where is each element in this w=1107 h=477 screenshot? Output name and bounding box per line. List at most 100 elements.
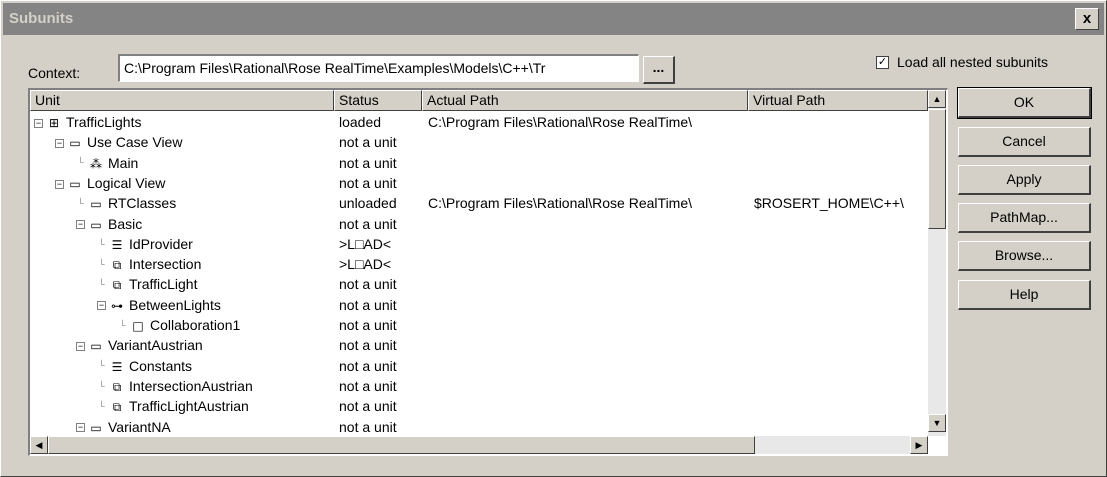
status-cell: not a unit	[339, 215, 397, 232]
pathmap-button[interactable]: PathMap...	[958, 203, 1091, 233]
unit-label: TrafficLightAustrian	[129, 398, 249, 415]
collapse-toggle-icon[interactable]: −	[76, 220, 85, 230]
column-header-virtual-path[interactable]: Virtual Path	[748, 90, 928, 111]
browse-button[interactable]: Browse...	[958, 241, 1091, 271]
unit-cell[interactable]: − ⊞ TrafficLights	[34, 112, 334, 133]
unit-label: IntersectionAustrian	[129, 377, 253, 394]
unit-cell[interactable]: └ □ Collaboration1	[118, 315, 334, 336]
checkbox-icon[interactable]: ✓	[876, 55, 889, 69]
collapse-toggle-icon[interactable]: −	[76, 423, 85, 432]
unit-cell[interactable]: └ ⧉ Intersection	[97, 254, 334, 275]
table-row[interactable]: − ▭ Use Case View not a unit	[30, 132, 930, 152]
unit-label: Logical View	[87, 174, 166, 191]
context-browse-button[interactable]: ...	[643, 56, 675, 84]
collaboration-icon: □	[132, 319, 144, 333]
apply-button[interactable]: Apply	[958, 165, 1091, 195]
ok-button[interactable]: OK	[957, 87, 1092, 119]
status-cell: not a unit	[339, 174, 397, 191]
unit-label: Collaboration1	[150, 317, 241, 333]
table-row[interactable]: └ ⧉ TrafficLight not a unit	[30, 274, 930, 294]
scroll-up-icon[interactable]: ▲	[928, 90, 946, 108]
unit-label: Basic	[108, 215, 143, 232]
collapse-toggle-icon[interactable]: −	[76, 342, 85, 352]
table-row[interactable]: └ ⧉ TrafficLightAustrian not a unit	[30, 396, 930, 416]
unit-cell[interactable]: └ ⧉ IntersectionAustrian	[97, 376, 334, 397]
usecase-diagram-icon: ⁂	[90, 156, 102, 171]
unit-label: Intersection	[129, 256, 202, 273]
context-field[interactable]: C:\Program Files\Rational\Rose RealTime\…	[118, 54, 639, 82]
subunits-dialog: Subunits x Context: C:\Program Files\Rat…	[0, 0, 1107, 477]
capsule-icon: ⧉	[112, 400, 122, 415]
status-cell: not a unit	[339, 134, 397, 151]
capsule-icon: ⧉	[112, 258, 122, 273]
capsule-icon: ⧉	[112, 278, 122, 293]
folder-icon: ▭	[69, 136, 81, 151]
status-cell: unloaded	[339, 195, 397, 212]
table-row[interactable]: └ ☰ IdProvider >L□AD<	[30, 234, 930, 254]
table-row[interactable]: − ▭ Basic not a unit	[30, 214, 930, 234]
actual-path-cell: C:\Program Files\Rational\Rose RealTime\	[428, 195, 693, 212]
unit-label: TrafficLight	[129, 276, 198, 293]
table-row[interactable]: └ ⧉ IntersectionAustrian not a unit	[30, 376, 930, 396]
unit-cell[interactable]: └ ⁂ Main	[76, 153, 334, 174]
table-row[interactable]: − ▭ VariantAustrian not a unit	[30, 335, 930, 355]
collapse-toggle-icon[interactable]: −	[55, 139, 64, 149]
status-cell: not a unit	[339, 296, 397, 313]
tree-connector: └	[98, 258, 105, 269]
list-header: Unit Status Actual Path Virtual Path	[30, 90, 930, 111]
table-row[interactable]: − ▭ Logical View not a unit	[30, 173, 930, 193]
unit-cell[interactable]: └ ☰ Constants	[97, 356, 334, 377]
vertical-scrollbar[interactable]: ▲ ▼	[928, 90, 946, 436]
close-button[interactable]: x	[1075, 8, 1099, 30]
scroll-left-icon[interactable]: ◀	[30, 436, 48, 454]
unit-cell[interactable]: └ ▭ RTClasses	[76, 193, 334, 214]
actual-path-cell: C:\Program Files\Rational\Rose RealTime\	[428, 114, 693, 130]
status-cell: not a unit	[339, 276, 397, 293]
tree-connector: └	[98, 238, 105, 249]
unit-cell[interactable]: − ⊶ BetweenLights	[97, 295, 334, 316]
unit-cell[interactable]: − ▭ Use Case View	[55, 132, 334, 153]
table-row[interactable]: └ ⧉ Intersection >L□AD<	[30, 254, 930, 274]
status-cell: not a unit	[339, 337, 397, 354]
help-button[interactable]: Help	[958, 280, 1091, 310]
load-nested-label: Load all nested subunits	[897, 54, 1048, 70]
unit-cell[interactable]: └ ☰ IdProvider	[97, 234, 334, 255]
unit-label: BetweenLights	[129, 296, 221, 313]
unit-label: Main	[108, 154, 139, 171]
collapse-toggle-icon[interactable]: −	[97, 301, 106, 311]
unit-cell[interactable]: − ▭ Logical View	[55, 173, 334, 194]
unit-cell[interactable]: └ ⧉ TrafficLightAustrian	[97, 396, 334, 417]
horizontal-scrollbar[interactable]: ◀ ▶	[30, 436, 928, 454]
table-row[interactable]: − ⊶ BetweenLights not a unit	[30, 295, 930, 315]
table-row[interactable]: └ ⁂ Main not a unit	[30, 153, 930, 173]
column-header-actual-path[interactable]: Actual Path	[422, 90, 748, 111]
collapse-toggle-icon[interactable]: −	[34, 118, 43, 128]
column-header-unit[interactable]: Unit	[30, 90, 334, 111]
column-header-status[interactable]: Status	[334, 90, 422, 111]
horizontal-scroll-thumb[interactable]	[48, 436, 755, 454]
scroll-down-icon[interactable]: ▼	[928, 414, 946, 432]
cancel-button[interactable]: Cancel	[958, 127, 1091, 157]
table-row[interactable]: └ □ Collaboration1 not a unit	[30, 315, 930, 335]
status-cell: not a unit	[339, 377, 397, 394]
vertical-scroll-thumb[interactable]	[928, 109, 946, 229]
tree-connector: └	[77, 157, 84, 168]
table-row[interactable]: └ ☰ Constants not a unit	[30, 356, 930, 376]
tree-connector: └	[98, 279, 105, 290]
collapse-toggle-icon[interactable]: −	[55, 179, 64, 189]
class-icon: ☰	[111, 237, 123, 252]
table-row[interactable]: − ⊞ TrafficLights loaded C:\Program Files\Ra…	[30, 112, 930, 132]
scroll-right-icon[interactable]: ▶	[910, 436, 928, 454]
load-nested-checkbox[interactable]: ✓ Load all nested subunits	[876, 53, 1048, 71]
table-row[interactable]: └ ▭ RTClasses unloaded C:\Program Files\Rati…	[30, 193, 930, 213]
unit-cell[interactable]: − ▭ Basic	[76, 214, 334, 235]
unit-label: VariantNA	[108, 418, 171, 433]
status-cell: not a unit	[339, 317, 397, 333]
unit-cell[interactable]: − ▭ VariantAustrian	[76, 335, 334, 356]
unit-cell[interactable]: − ▭ VariantNA	[76, 417, 334, 433]
protocol-icon: ⊶	[111, 298, 123, 313]
tree-connector: └	[98, 380, 105, 391]
table-row[interactable]: − ▭ VariantNA not a unit	[30, 417, 930, 433]
unit-label: Use Case View	[87, 134, 183, 151]
unit-cell[interactable]: └ ⧉ TrafficLight	[97, 274, 334, 295]
